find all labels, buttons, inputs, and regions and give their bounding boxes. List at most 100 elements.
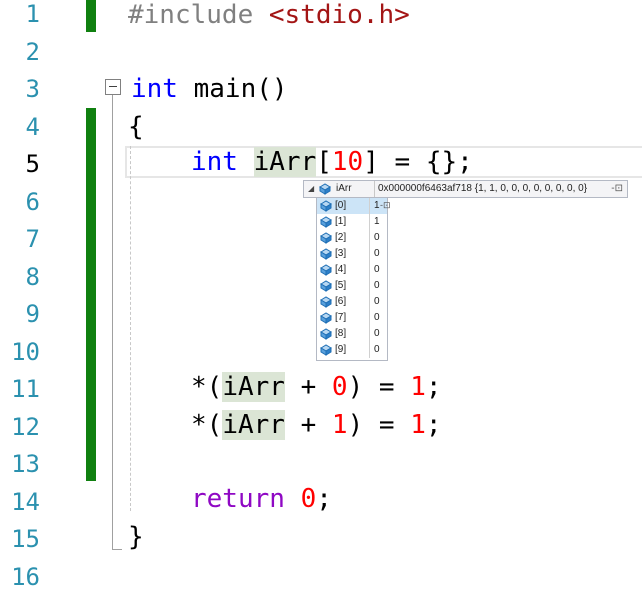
datatip-element-row[interactable]: [8] 0 bbox=[317, 326, 387, 342]
column-separator bbox=[369, 230, 370, 246]
line-number: 16 bbox=[11, 563, 40, 591]
line-number: 15 bbox=[11, 525, 40, 553]
keyword-int: int bbox=[131, 74, 178, 104]
code-editor[interactable]: 1 2 3 4 5 6 7 8 9 10 11 12 13 14 15 16 #… bbox=[0, 0, 642, 595]
code-line-15[interactable]: } bbox=[128, 522, 144, 552]
initializer: ] = {}; bbox=[363, 147, 473, 177]
collapse-minus-icon[interactable] bbox=[105, 79, 121, 95]
variable-cube-icon bbox=[320, 296, 332, 308]
code-line-3[interactable]: int main() bbox=[131, 74, 288, 104]
array-size: 10 bbox=[331, 147, 364, 177]
change-indicator-bar bbox=[86, 0, 96, 32]
variable-cube-icon bbox=[320, 248, 332, 260]
offset-literal: 1 bbox=[331, 410, 348, 440]
column-separator bbox=[369, 342, 370, 358]
element-index: [1] bbox=[335, 216, 347, 227]
variable-cube-icon bbox=[320, 232, 332, 244]
column-separator bbox=[369, 310, 370, 326]
variable-cube-icon bbox=[319, 183, 331, 195]
close-brace: } bbox=[128, 522, 144, 552]
code-line-5[interactable]: int iArr[10] = {}; bbox=[191, 147, 473, 177]
column-separator bbox=[369, 278, 370, 294]
column-separator bbox=[369, 198, 370, 214]
line-number: 1 bbox=[25, 0, 40, 28]
datatip-element-row[interactable]: [9] 0 bbox=[317, 342, 387, 358]
line-number: 14 bbox=[11, 488, 40, 516]
line-number: 4 bbox=[25, 113, 40, 141]
deref-prefix: *( bbox=[191, 410, 223, 440]
element-index: [6] bbox=[335, 296, 347, 307]
code-line-11[interactable]: *(iArr + 0) = 1; bbox=[191, 372, 442, 402]
assign-operator: ) = bbox=[347, 372, 411, 402]
element-value[interactable]: 0 bbox=[374, 328, 380, 339]
element-value[interactable]: 0 bbox=[374, 264, 380, 275]
variable-cube-icon bbox=[320, 200, 332, 212]
variable-iarr[interactable]: iArr bbox=[222, 372, 285, 402]
datatip-element-row[interactable]: [3] 0 bbox=[317, 246, 387, 262]
element-value[interactable]: 0 bbox=[374, 232, 380, 243]
element-index: [2] bbox=[335, 232, 347, 243]
element-value[interactable]: 0 bbox=[374, 296, 380, 307]
code-line-14[interactable]: return 0; bbox=[191, 484, 332, 514]
fold-region-line bbox=[112, 95, 113, 550]
return-value: 0 bbox=[300, 484, 317, 514]
line-number: 6 bbox=[25, 188, 40, 216]
line-number: 3 bbox=[25, 75, 40, 103]
code-line-4[interactable]: { bbox=[128, 112, 144, 142]
variable-iarr[interactable]: iArr bbox=[253, 147, 317, 177]
element-value[interactable]: 1 bbox=[374, 216, 380, 227]
variable-cube-icon bbox=[320, 264, 332, 276]
variable-iarr[interactable]: iArr bbox=[222, 410, 285, 440]
line-number: 2 bbox=[25, 38, 40, 66]
assigned-value: 1 bbox=[410, 372, 426, 402]
datatip-element-row[interactable]: [7] 0 bbox=[317, 310, 387, 326]
column-separator bbox=[369, 262, 370, 278]
pin-icon[interactable]: -⊡ bbox=[611, 183, 623, 194]
column-separator bbox=[369, 294, 370, 310]
variable-cube-icon bbox=[320, 344, 332, 356]
datatip-header[interactable]: ◢ iArr 0x000000f6463af718 {1, 1, 0, 0, 0… bbox=[303, 180, 628, 198]
element-index: [4] bbox=[335, 264, 347, 275]
datatip-element-row[interactable]: [6] 0 bbox=[317, 294, 387, 310]
expand-triangle-icon[interactable]: ◢ bbox=[308, 184, 314, 193]
element-value[interactable]: 0 bbox=[374, 248, 380, 259]
datatip-column-separator bbox=[374, 181, 375, 197]
offset-literal: 0 bbox=[331, 372, 348, 402]
plus-operator: + bbox=[284, 410, 332, 440]
element-index: [0] bbox=[335, 200, 347, 211]
assigned-value: 1 bbox=[410, 410, 426, 440]
semicolon: ; bbox=[425, 372, 442, 402]
datatip-element-row[interactable]: [4] 0 bbox=[317, 262, 387, 278]
line-number: 11 bbox=[11, 375, 40, 403]
keyword-int: int bbox=[191, 147, 238, 177]
column-separator bbox=[369, 246, 370, 262]
function-name: main() bbox=[193, 74, 288, 104]
element-index: [8] bbox=[335, 328, 347, 339]
element-index: [9] bbox=[335, 344, 347, 355]
line-number: 12 bbox=[11, 413, 40, 441]
indent-guide bbox=[130, 146, 131, 511]
element-value[interactable]: 0 bbox=[374, 280, 380, 291]
pin-icon[interactable]: -⊡ bbox=[380, 200, 391, 211]
datatip-element-row[interactable]: [5] 0 bbox=[317, 278, 387, 294]
keyword-return: return bbox=[191, 484, 285, 514]
code-line-12[interactable]: *(iArr + 1) = 1; bbox=[191, 410, 442, 440]
column-separator bbox=[369, 214, 370, 230]
change-indicator-bar bbox=[86, 108, 96, 481]
datatip-element-list: [0] 1 -⊡ [1] 1 [2] 0 [3] 0 [4] 0 [5] 0 [6] 0 [7] 0 [8] 0 [9… bbox=[316, 197, 391, 361]
element-value[interactable]: 0 bbox=[374, 312, 380, 323]
element-value[interactable]: 1 bbox=[374, 200, 380, 211]
fold-region-end bbox=[112, 549, 122, 550]
code-line-1[interactable]: #include <stdio.h> bbox=[128, 0, 410, 30]
datatip-variable-value[interactable]: 0x000000f6463af718 {1, 1, 0, 0, 0, 0, 0,… bbox=[378, 183, 587, 194]
line-number-current: 5 bbox=[25, 150, 40, 178]
variable-cube-icon bbox=[320, 312, 332, 324]
datatip-element-row[interactable]: [0] 1 -⊡ bbox=[317, 198, 391, 214]
datatip-element-row[interactable]: [2] 0 bbox=[317, 230, 387, 246]
element-index: [5] bbox=[335, 280, 347, 291]
line-number: 10 bbox=[11, 338, 40, 366]
element-value[interactable]: 0 bbox=[374, 344, 380, 355]
assign-operator: ) = bbox=[347, 410, 411, 440]
datatip-element-row[interactable]: [1] 1 bbox=[317, 214, 387, 230]
variable-cube-icon bbox=[320, 280, 332, 292]
